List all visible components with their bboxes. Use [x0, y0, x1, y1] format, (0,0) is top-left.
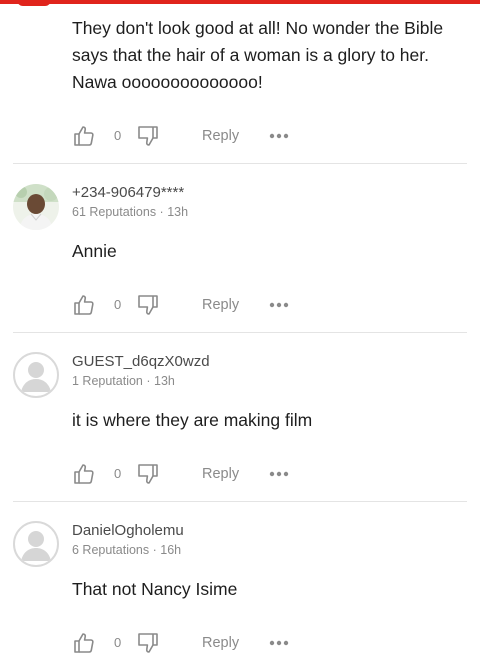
comment-meta: 61 Reputations · 13h: [72, 205, 189, 219]
thumbs-down-icon[interactable]: [136, 124, 160, 148]
comment-body: That not Nancy Isime: [72, 579, 238, 599]
thumbs-up-icon[interactable]: [72, 631, 96, 655]
comment-body: Annie: [72, 241, 117, 261]
comment-meta: 6 Reputations · 16h: [72, 543, 182, 557]
comment-body: it is where they are making film: [72, 410, 313, 430]
avatar[interactable]: [13, 184, 59, 230]
comment-divider: [13, 332, 467, 333]
default-user-avatar-icon: [21, 531, 51, 561]
reply-button[interactable]: Reply: [202, 466, 239, 482]
more-dots-icon[interactable]: [268, 631, 290, 655]
reply-button[interactable]: Reply: [202, 635, 239, 651]
more-dots-icon[interactable]: [268, 462, 290, 486]
thumbs-up-icon[interactable]: [72, 293, 96, 317]
comment-meta: 1 Reputation · 13h: [72, 374, 175, 388]
comment-actions: 0 Reply: [72, 293, 472, 319]
comment-actions: 0 Reply: [72, 631, 472, 657]
thumbs-up-icon[interactable]: [72, 462, 96, 486]
comment-divider: [13, 163, 467, 164]
comment-username[interactable]: +234-906479****: [72, 184, 184, 201]
comment-username[interactable]: DanielOgholemu: [72, 522, 184, 539]
thumbs-down-icon[interactable]: [136, 631, 160, 655]
thumbs-down-icon[interactable]: [136, 293, 160, 317]
comment-divider: [13, 501, 467, 502]
more-dots-icon[interactable]: [268, 124, 290, 148]
top-accent-bar: [0, 0, 480, 4]
like-count: 0: [114, 128, 122, 143]
like-count: 0: [114, 635, 122, 650]
user-photo-avatar: [13, 184, 59, 230]
reply-button[interactable]: Reply: [202, 128, 239, 144]
comment-body: They don't look good at all! No wonder t…: [72, 18, 444, 92]
like-count: 0: [114, 466, 122, 481]
default-user-avatar-icon: [21, 362, 51, 392]
top-badge: [17, 0, 51, 6]
comment-actions: 0 Reply: [72, 462, 472, 488]
avatar[interactable]: [13, 352, 59, 398]
comment-actions: 0 Reply: [72, 124, 472, 150]
thumbs-down-icon[interactable]: [136, 462, 160, 486]
comment-username[interactable]: GUEST_d6qzX0wzd: [72, 353, 210, 370]
thumbs-up-icon[interactable]: [72, 124, 96, 148]
reply-button[interactable]: Reply: [202, 297, 239, 313]
avatar[interactable]: [13, 521, 59, 567]
like-count: 0: [114, 297, 122, 312]
more-dots-icon[interactable]: [268, 293, 290, 317]
